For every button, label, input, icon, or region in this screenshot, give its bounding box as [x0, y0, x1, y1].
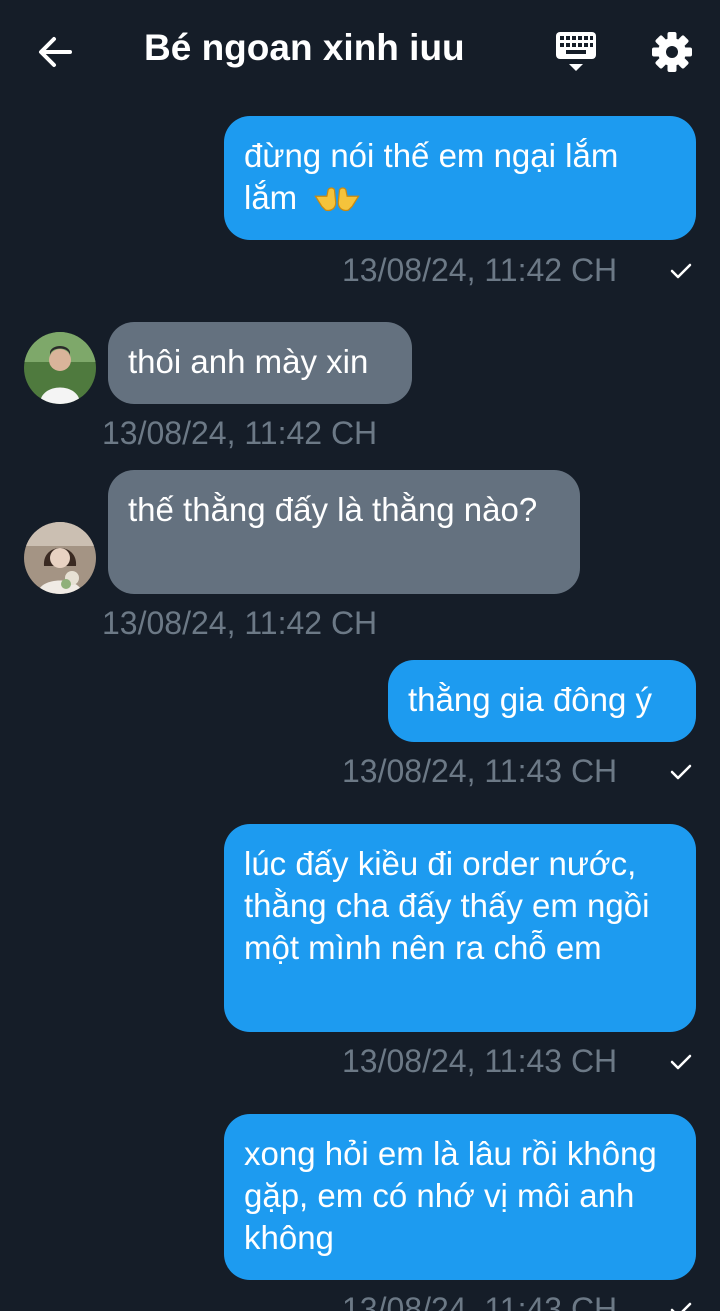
keyboard-icon [556, 32, 596, 71]
contact-avatar-man [24, 332, 96, 404]
checkmark-icon [670, 764, 692, 780]
message-timestamp: 13/08/24, 11:42 CH [342, 252, 618, 288]
checkmark-icon [670, 1054, 692, 1070]
message-timestamp: 13/08/24, 11:43 CH [342, 1291, 618, 1311]
checkmark-icon [670, 1302, 692, 1311]
avatar[interactable] [24, 332, 96, 404]
message-bubble-outgoing[interactable]: lúc đấy kiều đi order nước, thằng cha đấ… [224, 824, 696, 1032]
message-bubble-outgoing[interactable]: đừng nói thế em ngại lắm lắm [224, 116, 696, 240]
message-bubble-outgoing[interactable]: xong hỏi em là lâu rồi không gặp, em có … [224, 1114, 696, 1280]
checkmark-icon [670, 263, 692, 279]
avatar[interactable] [24, 522, 96, 594]
message-timestamp: 13/08/24, 11:42 CH [102, 415, 378, 451]
keyboard-button[interactable] [552, 29, 600, 75]
contact-avatar-girl [24, 522, 96, 594]
back-button[interactable] [34, 30, 78, 74]
gear-icon [652, 32, 692, 72]
message-bubble-outgoing[interactable]: thằng gia đông ý [388, 660, 696, 742]
message-timestamp: 13/08/24, 11:43 CH [342, 1043, 618, 1079]
chat-title: Bé ngoan xinh iuu [144, 27, 465, 68]
message-bubble-incoming[interactable]: thôi anh mày xin [108, 322, 412, 404]
chat-screen: Bé ngoan xinh iuu đừng nói thế em ngại l… [0, 0, 720, 1311]
arrow-left-icon [39, 37, 72, 67]
message-timestamp: 13/08/24, 11:42 CH [102, 605, 378, 641]
settings-button[interactable] [650, 30, 694, 74]
message-bubble-incoming[interactable]: thế thằng đấy là thằng nào? [108, 470, 580, 594]
message-timestamp: 13/08/24, 11:43 CH [342, 753, 618, 789]
pointing-fingers-emoji-icon [314, 187, 360, 212]
top-bar: Bé ngoan xinh iuu [0, 0, 720, 102]
